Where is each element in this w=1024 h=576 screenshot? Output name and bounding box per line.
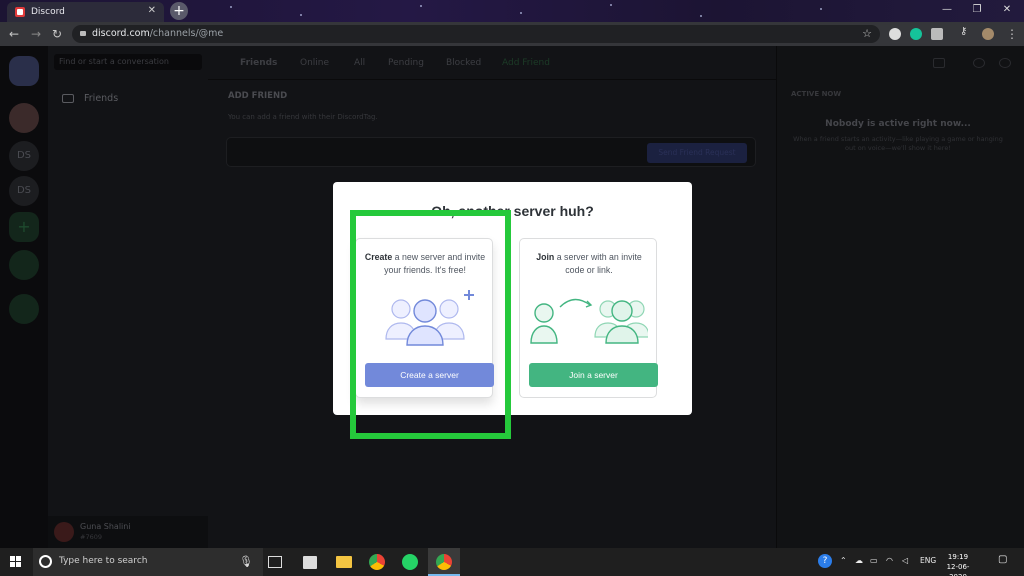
header-tab-all[interactable]: All bbox=[354, 58, 365, 68]
friends-nav-item[interactable]: Friends bbox=[62, 93, 118, 104]
extension-icon[interactable] bbox=[889, 28, 901, 40]
active-now-title: Nobody is active right now... bbox=[825, 119, 971, 129]
maximize-icon[interactable]: ❐ bbox=[962, 2, 992, 18]
cortana-icon[interactable] bbox=[39, 555, 52, 568]
notifications-icon[interactable]: ▢ bbox=[998, 554, 1007, 565]
chevron-up-icon[interactable]: ⌃ bbox=[840, 556, 847, 565]
battery-icon[interactable]: ▭ bbox=[870, 556, 878, 565]
window-close-icon[interactable]: ✕ bbox=[992, 2, 1022, 18]
join-server-card[interactable]: Join a server with an invite code or lin… bbox=[519, 238, 658, 398]
active-now-heading: ACTIVE NOW bbox=[791, 90, 842, 98]
join-bold: Join bbox=[536, 252, 555, 262]
screen: Discord ✕ + — ❐ ✕ ← → ↻ discord.com/chan… bbox=[0, 0, 1024, 576]
header-tab-add-friend[interactable]: Add Friend bbox=[502, 58, 550, 68]
browser-toolbar: ← → ↻ discord.com/channels/@me ☆ ⚷ ⋮ bbox=[0, 22, 1024, 46]
search-input[interactable]: Find or start a conversation bbox=[54, 54, 202, 70]
discord-favicon-icon bbox=[15, 7, 25, 17]
active-now-empty: Nobody is active right now... When a fri… bbox=[791, 109, 1005, 167]
forward-icon[interactable]: → bbox=[31, 26, 41, 42]
user-name: Guna Shalini bbox=[80, 522, 131, 531]
address-bar[interactable]: discord.com/channels/@me ☆ bbox=[72, 25, 880, 43]
friends-label: Friends bbox=[84, 93, 119, 104]
tab-close-icon[interactable]: ✕ bbox=[148, 5, 156, 16]
server-ds-2[interactable]: DS bbox=[9, 176, 39, 206]
taskbar: Type here to search 🎙 ? ⌃ ☁ ▭ ◠ ◁ ENG 19… bbox=[0, 548, 1024, 576]
bookmark-star-icon[interactable]: ☆ bbox=[862, 25, 872, 43]
header-tab-online[interactable]: Online bbox=[300, 58, 329, 68]
mention-icon[interactable] bbox=[973, 58, 985, 68]
join-server-description: Join a server with an invite code or lin… bbox=[528, 251, 650, 277]
url-path: /channels/@me bbox=[149, 28, 224, 39]
clock-date: 12-06-2020 bbox=[946, 563, 970, 576]
store-icon[interactable] bbox=[303, 556, 317, 569]
grammarly-icon[interactable] bbox=[910, 28, 922, 40]
help-icon[interactable] bbox=[999, 58, 1011, 68]
explore-icon[interactable] bbox=[9, 250, 39, 280]
reload-icon[interactable]: ↻ bbox=[52, 26, 62, 42]
active-now-description: When a friend starts an activity—like pl… bbox=[793, 135, 1003, 152]
clock-time: 19:19 bbox=[947, 553, 969, 561]
help-icon[interactable]: ? bbox=[818, 554, 832, 568]
onedrive-icon[interactable]: ☁ bbox=[855, 556, 863, 565]
file-explorer-icon[interactable] bbox=[336, 556, 352, 568]
add-server-icon[interactable]: + bbox=[9, 212, 39, 242]
channel-sidebar: Find or start a conversation Friends bbox=[48, 46, 208, 548]
send-friend-request-button[interactable]: Send Friend Request bbox=[647, 143, 747, 163]
active-now-panel: ACTIVE NOW Nobody is active right now...… bbox=[776, 46, 1024, 548]
header-tab-friends: Friends bbox=[240, 58, 278, 68]
add-friend-title: ADD FRIEND bbox=[228, 91, 288, 101]
avatar[interactable] bbox=[54, 522, 74, 542]
task-view-icon[interactable] bbox=[268, 556, 282, 568]
join-server-button[interactable]: Join a server bbox=[529, 363, 658, 387]
join-rest: a server with an invite code or link. bbox=[554, 252, 642, 275]
wifi-icon[interactable]: ◠ bbox=[886, 556, 893, 565]
key-icon[interactable]: ⚷ bbox=[960, 26, 972, 38]
lock-icon bbox=[80, 31, 86, 36]
download-icon[interactable] bbox=[9, 294, 39, 324]
add-friend-subtitle: You can add a friend with their DiscordT… bbox=[228, 113, 378, 121]
join-server-illustration-icon bbox=[530, 298, 648, 344]
browser-tab[interactable]: Discord ✕ bbox=[7, 2, 164, 22]
header-tab-pending[interactable]: Pending bbox=[388, 58, 424, 68]
volume-icon[interactable]: ◁ bbox=[902, 556, 908, 565]
user-panel: Guna Shalini #7609 bbox=[48, 516, 208, 548]
extension-icon[interactable] bbox=[931, 28, 943, 40]
language-indicator[interactable]: ENG bbox=[920, 556, 936, 565]
chrome-icon[interactable] bbox=[436, 554, 452, 570]
clock[interactable]: 19:19 12-06-2020 bbox=[940, 552, 976, 576]
user-tag: #7609 bbox=[80, 533, 102, 541]
chrome-icon[interactable] bbox=[369, 554, 385, 570]
home-icon[interactable] bbox=[9, 56, 39, 86]
new-tab-button[interactable]: + bbox=[170, 2, 188, 20]
tab-title: Discord bbox=[31, 7, 65, 17]
friends-icon bbox=[62, 94, 74, 103]
friends-header: Friends Online All Pending Blocked Add F… bbox=[208, 46, 776, 80]
server-icon[interactable] bbox=[9, 103, 39, 133]
microphone-icon[interactable]: 🎙 bbox=[239, 555, 253, 568]
minimize-icon[interactable]: — bbox=[932, 2, 962, 18]
server-list: DS DS + bbox=[0, 46, 48, 548]
taskbar-search[interactable]: Type here to search 🎙 bbox=[33, 548, 263, 576]
highlight-box bbox=[350, 210, 511, 439]
server-ds-1[interactable]: DS bbox=[9, 141, 39, 171]
menu-icon[interactable]: ⋮ bbox=[1006, 26, 1018, 42]
profile-avatar[interactable] bbox=[982, 28, 994, 40]
browser-titlebar: Discord ✕ + — ❐ ✕ bbox=[0, 0, 1024, 22]
whatsapp-icon[interactable] bbox=[402, 554, 418, 570]
windows-start-icon[interactable] bbox=[10, 556, 22, 568]
header-tab-blocked[interactable]: Blocked bbox=[446, 58, 481, 68]
back-icon[interactable]: ← bbox=[9, 26, 19, 42]
taskbar-search-placeholder: Type here to search bbox=[59, 556, 148, 566]
add-friend-input[interactable]: Send Friend Request bbox=[226, 137, 756, 167]
new-group-dm-icon[interactable] bbox=[933, 58, 945, 68]
url-host: discord.com bbox=[92, 28, 150, 39]
